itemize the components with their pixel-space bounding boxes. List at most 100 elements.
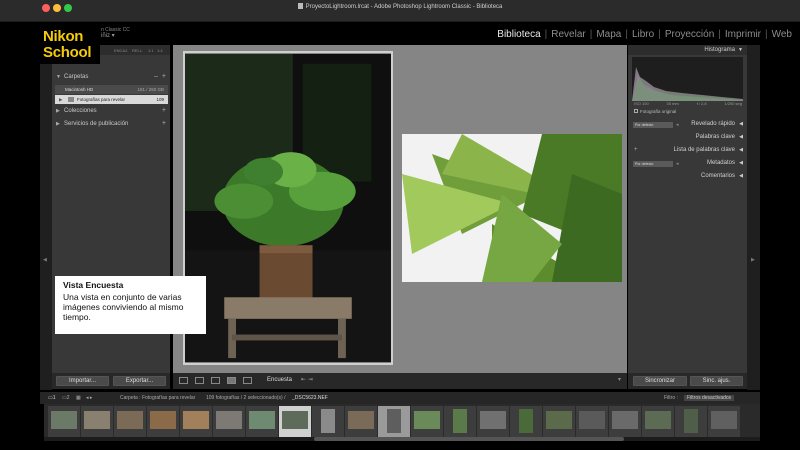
thumbnail-image (684, 409, 698, 433)
exif-aperture: f / 2,8 (696, 101, 707, 106)
zoom-1-1[interactable]: 1:1 (148, 48, 154, 53)
filmstrip-thumbnail[interactable] (510, 406, 542, 437)
grid-view-icon[interactable] (179, 377, 188, 384)
filmstrip-thumbnail[interactable] (147, 406, 179, 437)
collapsed-triangle-icon: ◀ (739, 134, 743, 140)
identity-plate[interactable]: n Classic CC iñiz ▾ (101, 27, 130, 39)
metadata-preset-select[interactable]: Por defecto (633, 161, 673, 167)
checkbox-icon[interactable] (634, 109, 638, 113)
exif-focal: 35 mm (666, 101, 679, 106)
dropdown-chevron-icon[interactable]: ◂ (676, 122, 679, 128)
thumbnail-image (453, 409, 467, 433)
filmstrip-thumbnail[interactable] (114, 406, 146, 437)
module-libro[interactable]: Libro (628, 29, 658, 40)
monitor-2-icon[interactable]: ▭2 (62, 395, 70, 401)
add-folder-button[interactable]: + (162, 73, 166, 80)
filmstrip-thumbnail[interactable] (642, 406, 674, 437)
people-view-icon[interactable] (243, 377, 252, 384)
thumbnail-image (645, 411, 671, 429)
filmstrip-thumbnail[interactable] (279, 406, 311, 437)
filmstrip-thumbnail[interactable] (81, 406, 113, 437)
volume-size: 181 / 250 GB (137, 87, 164, 92)
panel-colecciones[interactable]: ▶ Colecciones + (52, 105, 170, 117)
module-imprimir[interactable]: Imprimir (721, 29, 765, 40)
filmstrip-thumbnail[interactable] (675, 406, 707, 437)
collapse-triangle-icon[interactable]: ▼ (738, 47, 743, 53)
panel-revelado-rapido[interactable]: Por defecto ◂ Revelado rápido ◀ (628, 119, 747, 131)
module-proyeccion[interactable]: Proyección (661, 29, 718, 40)
module-web[interactable]: Web (768, 29, 796, 40)
panel-carpetas[interactable]: ▼ Carpetas – + (52, 71, 170, 83)
histogram-header[interactable]: Histograma ▼ (628, 45, 747, 55)
volume-name: Macintosh HD (65, 87, 94, 92)
dropdown-chevron-icon[interactable]: ◂ (676, 161, 679, 167)
scrollbar-thumb[interactable] (314, 437, 624, 441)
remove-folder-button[interactable]: – (154, 73, 158, 80)
filmstrip-thumbnail[interactable] (378, 406, 410, 437)
toolbar-menu-icon[interactable]: ▾ (618, 376, 621, 383)
module-biblioteca[interactable]: Biblioteca (493, 29, 544, 40)
collapsed-triangle-icon: ◀ (739, 121, 743, 127)
filmstrip-thumbnail[interactable] (609, 406, 641, 437)
filmstrip-thumbnail[interactable] (213, 406, 245, 437)
panel-palabras-clave[interactable]: Palabras clave ◀ (628, 132, 747, 144)
survey-view-icon[interactable] (227, 377, 236, 384)
thumbnail-image (51, 411, 77, 429)
prev-next-arrows-icon[interactable]: ⇤ ⇥ (301, 376, 313, 383)
add-collection-button[interactable]: + (162, 107, 166, 114)
panel-palabras-label: Palabras clave (695, 134, 735, 140)
panel-comentarios[interactable]: Comentarios ◀ (628, 171, 747, 183)
volume-row[interactable]: Macintosh HD 181 / 250 GB (55, 85, 168, 94)
filmstrip-thumbnail[interactable] (543, 406, 575, 437)
collapse-left-icon[interactable]: ◀ (43, 257, 47, 263)
filmstrip-thumbnail[interactable] (411, 406, 443, 437)
nav-back-icon[interactable]: ◂ ▸ (86, 395, 92, 401)
module-mapa[interactable]: Mapa (592, 29, 625, 40)
filmstrip-thumbnail[interactable] (576, 406, 608, 437)
zoom-fit[interactable]: ENCAJ. (114, 48, 128, 53)
thumbnail-image (414, 411, 440, 429)
filmstrip-thumbnail[interactable] (312, 406, 344, 437)
zoom-1-4[interactable]: 1:4 (157, 48, 163, 53)
loupe-view-icon[interactable] (195, 377, 204, 384)
filmstrip-thumbnail[interactable] (246, 406, 278, 437)
filmstrip-thumbnail[interactable] (48, 406, 80, 437)
export-button[interactable]: Exportar... (113, 376, 166, 386)
sync-settings-button[interactable]: Sinc. ajus. (690, 376, 743, 386)
collapse-right-icon[interactable]: ▶ (751, 257, 755, 263)
zoom-fill[interactable]: RELL. (132, 48, 143, 53)
filmstrip-thumbnail[interactable] (444, 406, 476, 437)
filmstrip-thumbnail[interactable] (180, 406, 212, 437)
add-service-button[interactable]: + (162, 120, 166, 127)
panel-servicios[interactable]: ▶ Servicios de publicación + (52, 118, 170, 130)
original-photo-toggle[interactable]: Fotografía original (634, 109, 676, 114)
photo-palm-leaves[interactable] (402, 134, 622, 282)
filter-select[interactable]: Filtros desactivados (684, 395, 735, 401)
filmstrip-thumbnail[interactable] (477, 406, 509, 437)
right-panel-toggle-strip[interactable]: ▶ (747, 45, 760, 390)
photo-potted-plant[interactable] (183, 51, 393, 365)
import-button[interactable]: Importar... (56, 376, 109, 386)
filmstrip-thumbnail[interactable] (345, 406, 377, 437)
panel-metadatos[interactable]: Por defecto ◂ Metadatos ◀ (628, 158, 747, 170)
compare-view-icon[interactable] (211, 377, 220, 384)
filmstrip-source[interactable]: Carpeta : Fotografías para revelar (120, 395, 195, 401)
filmstrip-scrollbar[interactable] (44, 437, 760, 441)
right-panel: Histograma ▼ ISO 100 35 mm f / 2,8 1/250… (628, 45, 747, 373)
thumbnail-image (579, 411, 605, 429)
view-mode-label: Encuesta (267, 377, 293, 383)
filmstrip-thumbnail[interactable] (708, 406, 740, 437)
module-revelar[interactable]: Revelar (547, 29, 589, 40)
panel-lista-palabras[interactable]: + Lista de palabras clave ◀ (628, 145, 747, 157)
folder-item[interactable]: ▶ Fotografías para revelar 109 (55, 95, 168, 104)
panel-colecciones-label: Colecciones (64, 108, 97, 114)
saved-preset-select[interactable]: Por defecto (633, 122, 673, 128)
add-keyword-button[interactable]: + (634, 147, 638, 153)
left-panel-toggle-strip[interactable]: ◀ (40, 45, 52, 390)
sync-button[interactable]: Sincronizar (633, 376, 687, 386)
callout-title: Vista Encuesta (63, 280, 124, 290)
grid-small-icon[interactable]: ▦ (76, 395, 81, 401)
monitor-1-icon[interactable]: ▭1 (48, 395, 56, 401)
folder-icon (68, 97, 74, 102)
panel-lista-label: Lista de palabras clave (673, 147, 735, 153)
